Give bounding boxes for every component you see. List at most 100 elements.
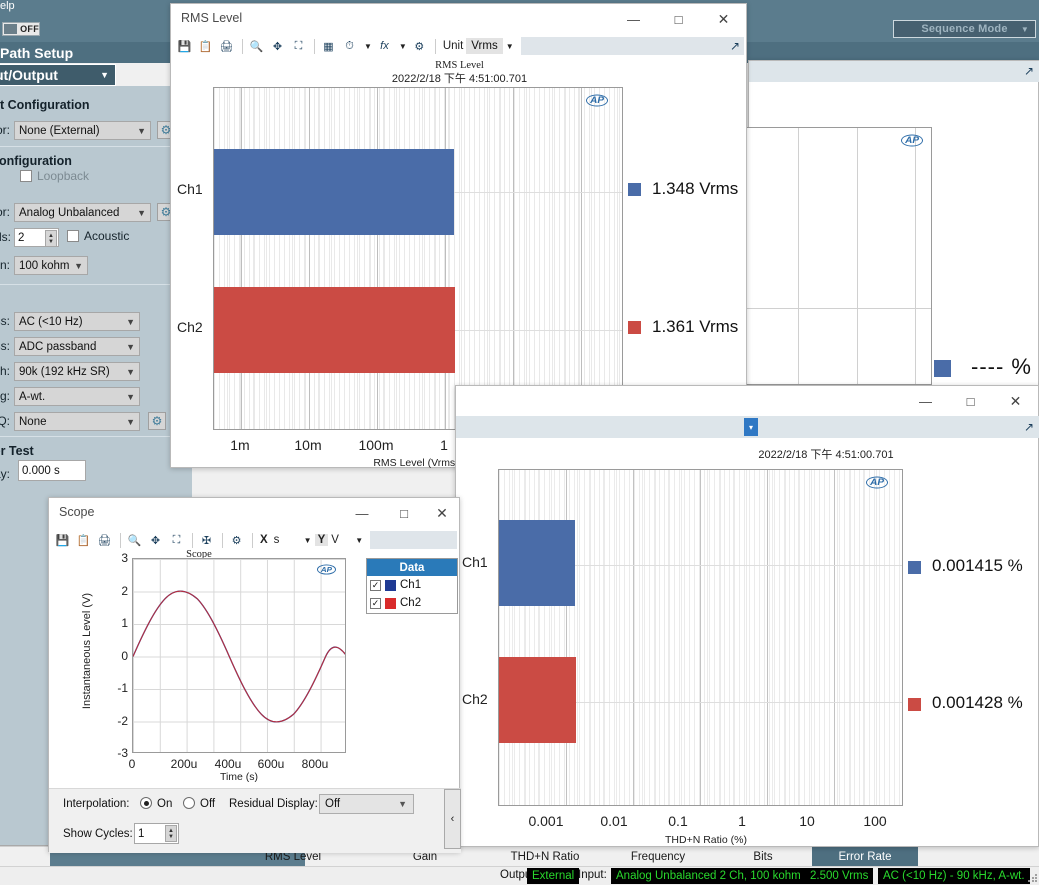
rms-toolbar-combo[interactable] bbox=[520, 37, 744, 55]
tab-frequency[interactable]: Frequency bbox=[608, 847, 708, 867]
show-cycles-input[interactable]: 1 ▲ ▼ bbox=[134, 823, 179, 844]
maximize-button[interactable]: □ bbox=[948, 386, 993, 416]
table-row[interactable]: ✓ Ch1 bbox=[367, 576, 457, 594]
ch2-visibility-checkbox[interactable]: ✓ bbox=[370, 597, 381, 609]
save-icon[interactable]: 💾 bbox=[53, 531, 72, 550]
delay-input[interactable]: 0.000 s bbox=[18, 460, 86, 481]
loopback-checkbox[interactable] bbox=[20, 170, 32, 182]
scope-toolbar-combo[interactable] bbox=[370, 531, 457, 549]
x-unit-value[interactable]: s bbox=[271, 534, 301, 546]
minimize-button[interactable]: — bbox=[903, 386, 948, 416]
graph-icon[interactable]: ⏱ bbox=[340, 37, 359, 56]
tab-bits[interactable]: Bits bbox=[723, 847, 803, 867]
connector-output-combo[interactable]: None (External) ▼ bbox=[14, 121, 151, 140]
scope-data-table[interactable]: Data ✓ Ch1 ✓ Ch2 bbox=[366, 558, 458, 614]
expand-icon[interactable]: ↗ bbox=[1024, 420, 1034, 434]
scope-window[interactable]: Scope — □ ✕ 💾 📋 🖨 🔍 ✥ ⛶ ✠ ⚙ X s ▼ Y V ▼ … bbox=[48, 497, 461, 853]
y-unit-value[interactable]: V bbox=[328, 534, 352, 546]
residual-display-select[interactable]: Off ▼ bbox=[319, 794, 414, 814]
save-icon[interactable]: 💾 bbox=[175, 37, 194, 56]
rms-title-bar[interactable]: RMS Level — □ ✕ bbox=[171, 4, 746, 34]
lowpass-value: ADC passband bbox=[19, 340, 97, 353]
collapse-panel-button[interactable]: ‹ bbox=[444, 789, 461, 849]
close-button[interactable]: ✕ bbox=[993, 386, 1038, 416]
copy-icon[interactable]: 📋 bbox=[196, 37, 215, 56]
close-button[interactable]: ✕ bbox=[425, 498, 459, 528]
eq-value: None bbox=[19, 415, 47, 428]
thdn-legend-swatch-ch1 bbox=[908, 561, 921, 574]
chevron-down-icon[interactable]: ▼ bbox=[361, 42, 375, 51]
acoustic-checkbox[interactable] bbox=[67, 230, 79, 242]
chevron-down-icon[interactable]: ▼ bbox=[301, 536, 315, 545]
scope-title-bar[interactable]: Scope — □ ✕ bbox=[49, 498, 459, 528]
settings-icon[interactable]: ⚙ bbox=[227, 531, 246, 550]
maximize-button[interactable]: □ bbox=[656, 4, 701, 34]
sequence-mode-dropdown[interactable]: Sequence Mode ▼ bbox=[893, 20, 1036, 38]
status-input-connector: Analog Unbalanced 2 Ch, 100 kohm bbox=[611, 868, 806, 884]
pan-icon[interactable]: ✥ bbox=[146, 531, 165, 550]
field-label-weighting: ng: bbox=[0, 389, 10, 403]
status-input-label: Input: bbox=[578, 869, 607, 881]
minimize-button[interactable]: — bbox=[341, 498, 383, 528]
connector-input-combo[interactable]: Analog Unbalanced ▼ bbox=[14, 203, 151, 222]
weighting-combo[interactable]: A-wt. ▼ bbox=[14, 387, 140, 406]
interpolation-off-radio[interactable] bbox=[183, 797, 195, 809]
thdn-toolbar: ▾ ↗ bbox=[456, 416, 1039, 438]
maximize-button[interactable]: □ bbox=[383, 498, 425, 528]
table-row[interactable]: ✓ Ch2 bbox=[367, 594, 457, 612]
table-icon[interactable]: ▦ bbox=[319, 37, 338, 56]
ch1-visibility-checkbox[interactable]: ✓ bbox=[370, 579, 381, 591]
show-cycles-label: Show Cycles: bbox=[63, 828, 133, 840]
lowpass-combo[interactable]: ADC passband ▼ bbox=[14, 337, 140, 356]
print-icon[interactable]: 🖨 bbox=[217, 37, 236, 56]
expand-icon[interactable]: ↗ bbox=[730, 39, 740, 53]
eq-settings-gear-button[interactable]: ⚙ bbox=[148, 412, 166, 430]
chevron-down-icon[interactable]: ▼ bbox=[503, 42, 517, 51]
scope-waveform bbox=[133, 590, 345, 723]
fx-icon[interactable]: fx bbox=[375, 37, 394, 56]
channels-stepper[interactable]: ▲ ▼ bbox=[45, 230, 57, 247]
settings-icon[interactable]: ⚙ bbox=[410, 37, 429, 56]
chevron-down-icon[interactable]: ▼ bbox=[396, 42, 410, 51]
tab-error-rate[interactable]: Error Rate bbox=[812, 847, 918, 867]
menu-item-help[interactable]: elp bbox=[0, 0, 15, 12]
collapse-icon: ‹ bbox=[450, 813, 455, 825]
fit-icon[interactable]: ⛶ bbox=[289, 37, 308, 56]
chevron-down-icon: ▼ bbox=[137, 125, 146, 136]
chevron-down-icon: ▼ bbox=[126, 316, 135, 327]
bandwidth-combo[interactable]: 90k (192 kHz SR) ▼ bbox=[14, 362, 140, 381]
thdn-chart-timestamp: 2022/2/18 下午 4:51:00.701 bbox=[758, 449, 894, 461]
chevron-down-icon[interactable]: ▾ bbox=[744, 418, 758, 436]
pan-icon[interactable]: ✥ bbox=[268, 37, 287, 56]
unit-value[interactable]: Vrms bbox=[466, 38, 503, 54]
zoom-icon[interactable]: 🔍 bbox=[247, 37, 266, 56]
expand-icon[interactable]: ↗ bbox=[1024, 64, 1034, 78]
copy-icon[interactable]: 📋 bbox=[74, 531, 93, 550]
eq-combo[interactable]: None ▼ bbox=[14, 412, 140, 431]
loopback-label: Loopback bbox=[37, 169, 90, 183]
print-icon[interactable]: 🖨 bbox=[95, 531, 114, 550]
thdn-ratio-window[interactable]: — □ ✕ ▾ ↗ 2022/2/18 下午 4:51:00.701 AP Ch… bbox=[455, 385, 1039, 847]
scope-xtick-1: 200u bbox=[170, 757, 198, 771]
thdn-plot-area: AP bbox=[498, 469, 903, 806]
cursor-icon[interactable]: ✠ bbox=[197, 531, 216, 550]
thdn-title-bar[interactable]: — □ ✕ bbox=[456, 386, 1038, 416]
termination-combo[interactable]: 100 kohm ▼ bbox=[14, 256, 88, 275]
panel-selector-dropdown[interactable]: ut/Output ▼ bbox=[0, 64, 116, 86]
resize-grip[interactable] bbox=[1027, 873, 1037, 883]
tab-thdn-ratio[interactable]: THD+N Ratio bbox=[490, 847, 600, 867]
interpolation-on-label: On bbox=[157, 798, 173, 810]
residual-display-value: Off bbox=[325, 798, 341, 810]
thdn-legend-value-ch1: 0.001415 % bbox=[932, 556, 1023, 575]
interpolation-on-radio[interactable] bbox=[140, 797, 152, 809]
generator-power-toggle[interactable]: OFF bbox=[2, 22, 40, 36]
minimize-button[interactable]: — bbox=[611, 4, 656, 34]
show-cycles-stepper[interactable]: ▲ ▼ bbox=[165, 825, 177, 842]
zoom-icon[interactable]: 🔍 bbox=[125, 531, 144, 550]
fit-icon[interactable]: ⛶ bbox=[167, 531, 186, 550]
close-button[interactable]: ✕ bbox=[701, 4, 746, 34]
highpass-combo[interactable]: AC (<10 Hz) ▼ bbox=[14, 312, 140, 331]
channels-input[interactable]: 2 ▲ ▼ bbox=[14, 228, 59, 247]
chevron-down-icon[interactable]: ▼ bbox=[352, 536, 366, 545]
background-meter-window[interactable]: ↗ AP ---- % bbox=[739, 60, 1039, 396]
